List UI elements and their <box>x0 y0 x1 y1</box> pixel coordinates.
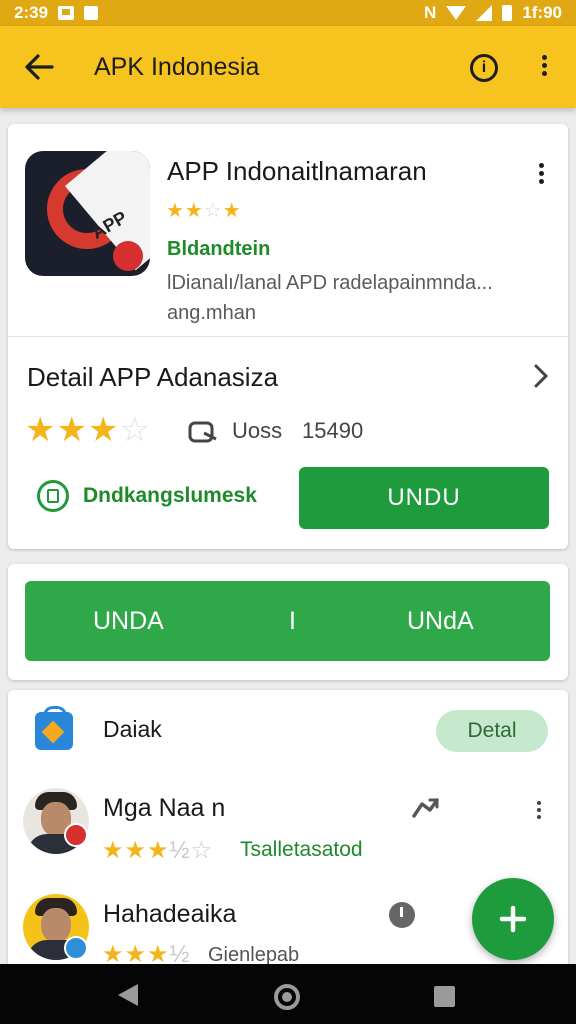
nav-home-icon[interactable] <box>274 984 300 1010</box>
status-time: 2:39 <box>14 3 49 22</box>
split-button-right[interactable]: UNdA <box>407 607 474 636</box>
list-item-stars: ★★★½☆ <box>102 837 214 864</box>
document-link[interactable]: Dndkangslumesk <box>83 484 257 508</box>
download-count-icon <box>188 421 217 443</box>
app-name: APP Indonaitlnamaran <box>167 156 427 186</box>
split-download-button[interactable]: UNDA I UNdA <box>25 581 550 661</box>
avatar-badge-icon <box>64 823 88 847</box>
signal-icon <box>476 5 493 21</box>
overflow-menu-icon[interactable] <box>536 52 552 82</box>
avatar-badge-icon <box>64 936 88 960</box>
info-icon[interactable]: i <box>470 54 498 82</box>
list-item-name[interactable]: Mga Naa n <box>103 794 225 823</box>
divider <box>8 336 568 337</box>
store-bag-icon <box>35 706 73 750</box>
add-fab-button[interactable] <box>472 878 554 960</box>
app-notification-icon <box>84 6 99 20</box>
share-icon[interactable] <box>410 796 440 822</box>
nav-back-icon[interactable] <box>118 984 138 1006</box>
app-logo-icon: APP <box>25 151 150 276</box>
battery-icon <box>502 5 513 21</box>
app-detail-card: APP APP Indonaitlnamaran ★★☆★ Bldandtein… <box>8 124 568 549</box>
list-item-menu-icon[interactable] <box>534 798 544 822</box>
status-bar: 2:39 N 1f:90 <box>0 0 576 26</box>
status-clock: 1f:90 <box>522 3 562 22</box>
downloads-label: Uoss <box>232 418 283 443</box>
notification-icon <box>58 6 75 20</box>
detail-pill-button[interactable]: Detal <box>436 710 548 752</box>
system-nav-bar <box>0 964 576 1024</box>
list-item-name[interactable]: Hahadeaika <box>103 900 236 929</box>
list-header: Daiak <box>103 716 162 742</box>
wifi-icon <box>446 6 467 20</box>
detail-rating-stars: ★★★☆ <box>25 411 151 449</box>
info-glyph: i <box>481 59 487 76</box>
split-button-left[interactable]: UNDA <box>93 607 164 636</box>
no-sim-icon: N <box>424 3 437 22</box>
app-bar: APK Indonesia i <box>0 26 576 108</box>
downloads-count: 15490 <box>302 418 364 443</box>
split-button-divider: I <box>289 607 296 635</box>
detail-title[interactable]: Detail APP Adanasiza <box>27 362 278 393</box>
action-card: UNDA I UNdA <box>8 564 568 680</box>
chevron-right-icon[interactable] <box>531 362 551 390</box>
app-rating-stars: ★★☆★ <box>166 200 242 222</box>
app-description: lDianalı/lanal APD radelapainmnda... ang… <box>167 272 493 324</box>
plus-icon <box>499 905 527 933</box>
document-icon[interactable] <box>37 480 69 512</box>
page-title: APK Indonesia <box>94 53 260 81</box>
back-arrow-icon[interactable] <box>22 50 56 84</box>
clock-icon[interactable] <box>389 902 415 928</box>
download-button[interactable]: UNDU <box>299 467 549 529</box>
list-item-meta: Tsalletasatod <box>240 838 363 861</box>
developer-name[interactable]: Bldandtein <box>167 238 270 261</box>
nav-recents-icon[interactable] <box>434 986 455 1007</box>
card-menu-icon[interactable] <box>536 160 546 188</box>
